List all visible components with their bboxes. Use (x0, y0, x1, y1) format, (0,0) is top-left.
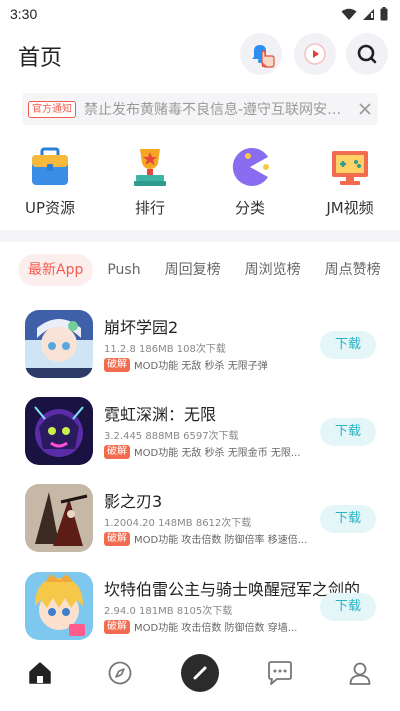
nav-discover[interactable] (80, 645, 160, 701)
signal-icon (363, 8, 374, 20)
close-icon[interactable] (358, 102, 372, 116)
app-tags: 破解 MOD功能 攻击倍数 防御倍数 穿墙... (104, 619, 314, 634)
battery-icon (380, 7, 388, 21)
quick-nav-label: UP资源 (24, 199, 76, 217)
quick-nav-jm-video[interactable]: JM视频 (300, 145, 400, 221)
nav-profile[interactable] (320, 645, 400, 701)
tab-push[interactable]: Push (97, 254, 150, 286)
toolbox-icon (32, 147, 68, 185)
announcement-bar[interactable]: 官方通知 禁止发布黄赌毒不良信息-遵守互联网安全... (22, 93, 378, 125)
chat-icon (268, 661, 292, 685)
bottom-nav (0, 645, 400, 711)
download-button[interactable]: 下载 (320, 331, 376, 359)
tab-weekly-replies[interactable]: 周回复榜 (155, 254, 231, 286)
crack-badge: 破解 (104, 444, 130, 459)
search-button[interactable] (346, 33, 388, 75)
quick-nav-ranking[interactable]: 排行 (100, 145, 200, 221)
profile-icon (349, 662, 371, 685)
app-icon (25, 484, 93, 552)
quick-nav-up-resources[interactable]: UP资源 (0, 145, 100, 221)
feature-tags: MOD功能 攻击倍数 防御倍数 穿墙... (134, 623, 298, 634)
tab-weekly-views[interactable]: 周浏览榜 (235, 254, 311, 286)
official-notice-tag: 官方通知 (28, 100, 76, 118)
tab-latest-app[interactable]: 最新App (18, 254, 94, 286)
search-icon (357, 44, 377, 64)
download-button[interactable]: 下载 (320, 505, 376, 533)
header: 首页 (0, 30, 400, 78)
status-icons (341, 7, 388, 21)
video-button[interactable] (294, 33, 336, 75)
page-title: 首页 (18, 46, 63, 71)
wifi-icon (341, 8, 357, 20)
crack-badge: 破解 (104, 531, 130, 546)
quick-nav: UP资源 排行 分类 JM视频 (0, 145, 400, 221)
game-screen-icon (332, 151, 368, 185)
app-tags: 破解 MOD功能 无敌 秒杀 无限金币 无限... (104, 444, 314, 459)
notification-bell-icon (252, 45, 275, 68)
quick-nav-label: JM视频 (326, 199, 374, 217)
notification-button[interactable] (240, 33, 282, 75)
compass-icon (108, 661, 132, 685)
app-meta: 3.2.445 888MB 6597次下载 (104, 431, 239, 442)
home-icon (29, 662, 51, 684)
list-item[interactable]: 坎特伯雷公主与骑士唤醒冠军之剑的 2.94.0 181MB 8105次下载 破解… (0, 564, 400, 644)
app-tags: 破解 MOD功能 无敌 秒杀 无限子弹 (104, 357, 314, 372)
quick-nav-label: 排行 (134, 199, 165, 217)
tab-weekly-likes[interactable]: 周点赞榜 (315, 254, 391, 286)
app-meta: 1.2004.20 148MB 8612次下载 (104, 518, 252, 529)
app-tags: 破解 MOD功能 攻击倍数 防御倍率 移速倍... (104, 531, 314, 546)
app-icon (25, 310, 93, 378)
status-time: 3:30 (10, 6, 38, 22)
list-item[interactable]: 影之刃3 1.2004.20 148MB 8612次下载 破解 MOD功能 攻击… (0, 476, 400, 556)
pacman-icon (232, 148, 269, 186)
list-item[interactable]: 霓虹深渊：无限 3.2.445 888MB 6597次下载 破解 MOD功能 无… (0, 389, 400, 469)
crack-badge: 破解 (104, 619, 130, 634)
app-name: 霓虹深渊：无限 (104, 405, 217, 424)
status-bar: 3:30 (0, 0, 400, 28)
feature-tags: MOD功能 攻击倍数 防御倍率 移速倍... (134, 535, 308, 546)
download-button[interactable]: 下载 (320, 418, 376, 446)
app-name: 影之刃3 (104, 492, 163, 511)
category-tabs: 最新App Push 周回复榜 周浏览榜 周点赞榜 (18, 254, 400, 286)
app-meta: 11.2.8 186MB 108次下载 (104, 344, 226, 355)
quick-nav-category[interactable]: 分类 (200, 145, 300, 221)
quick-nav-label: 分类 (234, 199, 265, 217)
nav-home[interactable] (0, 645, 80, 701)
app-name: 坎特伯雷公主与骑士唤醒冠军之剑的 (104, 580, 361, 599)
feature-tags: MOD功能 无敌 秒杀 无限子弹 (134, 361, 268, 372)
nav-messages[interactable] (240, 645, 320, 701)
announcement-text: 禁止发布黄赌毒不良信息-遵守互联网安全... (84, 102, 354, 118)
list-item[interactable]: 崩坏学园2 11.2.8 186MB 108次下载 破解 MOD功能 无敌 秒杀… (0, 302, 400, 382)
section-divider (0, 230, 400, 242)
download-button[interactable]: 下载 (320, 593, 376, 621)
app-icon (25, 572, 93, 640)
pen-icon (193, 666, 207, 680)
app-meta: 2.94.0 181MB 8105次下载 (104, 606, 233, 617)
crack-badge: 破解 (104, 357, 130, 372)
feature-tags: MOD功能 无敌 秒杀 无限金币 无限... (134, 448, 301, 459)
app-icon (25, 397, 93, 465)
video-play-icon (304, 43, 326, 65)
app-name: 崩坏学园2 (104, 318, 179, 337)
trophy-icon (134, 149, 166, 186)
nav-post[interactable] (160, 645, 240, 701)
